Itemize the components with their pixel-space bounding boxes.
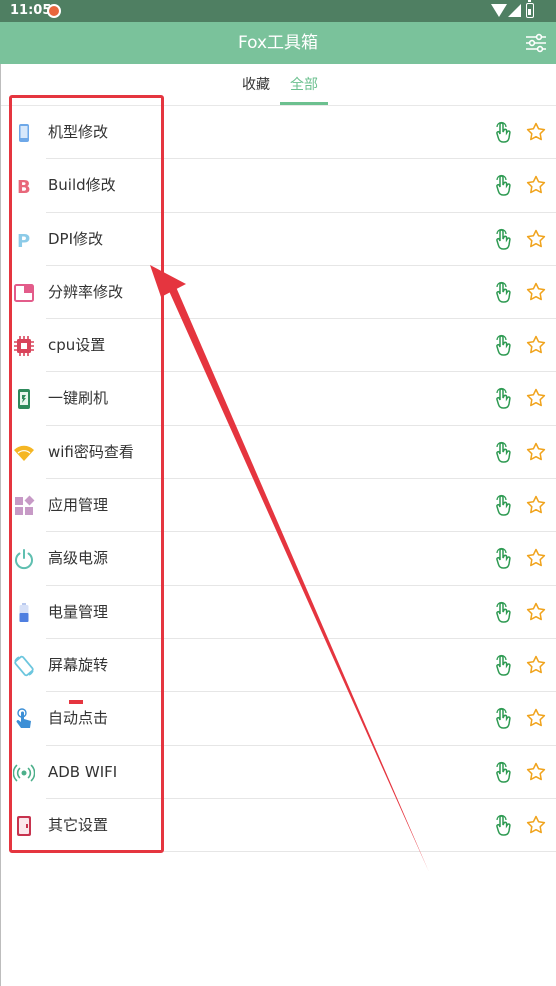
tap-hand-icon[interactable]	[494, 387, 512, 410]
tap-hand-icon[interactable]	[494, 228, 512, 250]
tap-hand-icon[interactable]	[494, 281, 512, 303]
star-outline-icon[interactable]	[526, 335, 546, 355]
apps-grid-icon	[15, 495, 35, 516]
list-item[interactable]: 屏幕旋转	[0, 639, 556, 693]
tap-hand-icon[interactable]	[494, 707, 512, 730]
list-item[interactable]: 高级电源	[0, 532, 556, 586]
star-outline-icon[interactable]	[526, 442, 546, 462]
list-item[interactable]: 一键刷机	[0, 372, 556, 427]
tap-hand-icon[interactable]	[494, 121, 512, 143]
list-item[interactable]: cpu设置	[0, 319, 556, 373]
star-outline-icon[interactable]	[526, 708, 546, 728]
list-item[interactable]: P DPI修改	[0, 213, 556, 267]
star-outline-icon[interactable]	[526, 175, 546, 195]
star-outline-icon[interactable]	[526, 229, 546, 249]
list-item[interactable]: 机型修改	[0, 106, 556, 160]
touch-hand-icon	[16, 708, 31, 729]
tap-hand-icon[interactable]	[494, 601, 512, 623]
list-item-label: 分辨率修改	[48, 282, 124, 301]
wifi-icon	[14, 445, 34, 461]
star-outline-icon[interactable]	[526, 495, 546, 515]
sliders-icon[interactable]	[525, 33, 547, 53]
list-item-label: DPI修改	[48, 229, 104, 248]
list-item-label: 机型修改	[48, 123, 109, 141]
list-item-label: ADB WIFI	[48, 762, 118, 781]
list-item[interactable]: B Build修改	[0, 159, 556, 213]
tool-list: 机型修改 B Build修改 P DPI修改 分辨率修改 cpu设置 一键刷机 …	[0, 106, 556, 853]
wifi-status-icon	[491, 4, 507, 17]
other-settings-icon	[17, 815, 31, 836]
list-item-label: 应用管理	[48, 496, 109, 515]
star-outline-icon[interactable]	[526, 762, 546, 782]
status-time: 11:05	[10, 3, 52, 18]
tap-hand-icon[interactable]	[494, 761, 512, 783]
letter-p-icon: P	[17, 231, 30, 251]
list-item-label: 一键刷机	[48, 389, 109, 408]
list-item[interactable]: 其它设置	[0, 799, 556, 853]
notification-app-icon	[47, 4, 61, 18]
star-outline-icon[interactable]	[526, 602, 546, 622]
tab-favorites[interactable]: 收藏	[236, 64, 276, 106]
star-outline-icon[interactable]	[526, 655, 546, 675]
cpu-chip-icon	[14, 336, 34, 357]
star-outline-icon[interactable]	[526, 282, 546, 302]
star-outline-icon[interactable]	[526, 815, 546, 835]
tab-all[interactable]: 全部	[280, 64, 328, 106]
tap-hand-icon[interactable]	[494, 494, 512, 516]
tap-hand-icon[interactable]	[494, 547, 512, 570]
resolution-icon	[14, 283, 34, 302]
app-title: Fox工具箱	[237, 33, 319, 53]
list-item-label: 屏幕旋转	[48, 655, 109, 674]
list-item[interactable]: ADB WIFI	[0, 746, 556, 800]
tap-hand-icon[interactable]	[494, 654, 512, 676]
adb-wifi-icon	[13, 764, 35, 781]
svg-text:B: B	[17, 177, 31, 197]
list-item[interactable]: 自动点击	[0, 692, 556, 746]
svg-text:P: P	[17, 231, 30, 251]
tap-hand-icon[interactable]	[494, 814, 512, 836]
power-icon	[15, 549, 33, 570]
app-bar: Fox工具箱	[0, 22, 556, 64]
phone-icon	[19, 124, 29, 142]
screen-rotation-icon	[14, 655, 34, 677]
battery-status-icon	[526, 0, 534, 18]
battery-icon	[19, 602, 29, 622]
tab-bar: 收藏 全部	[0, 64, 556, 106]
tap-hand-icon[interactable]	[494, 334, 512, 356]
annotation-dash	[69, 700, 83, 704]
star-outline-icon[interactable]	[526, 388, 546, 408]
star-outline-icon[interactable]	[526, 548, 546, 568]
tap-hand-icon[interactable]	[494, 174, 512, 197]
list-item-label: wifi密码查看	[48, 442, 134, 461]
letter-b-icon: B	[17, 177, 31, 197]
list-item-label: cpu设置	[48, 336, 106, 355]
star-outline-icon[interactable]	[526, 122, 546, 142]
list-item-label: 高级电源	[48, 549, 109, 568]
list-item-label: Build修改	[48, 176, 116, 195]
tap-hand-icon[interactable]	[494, 441, 512, 463]
list-item[interactable]: 分辨率修改	[0, 266, 556, 320]
list-item[interactable]: 应用管理	[0, 479, 556, 533]
flash-phone-icon	[18, 389, 30, 410]
list-item-label: 其它设置	[48, 815, 109, 834]
list-item[interactable]: 电量管理	[0, 586, 556, 640]
status-bar: 11:05	[0, 0, 556, 22]
list-item-label: 电量管理	[48, 602, 109, 621]
signal-icon	[508, 4, 521, 17]
list-item[interactable]: wifi密码查看	[0, 426, 556, 480]
